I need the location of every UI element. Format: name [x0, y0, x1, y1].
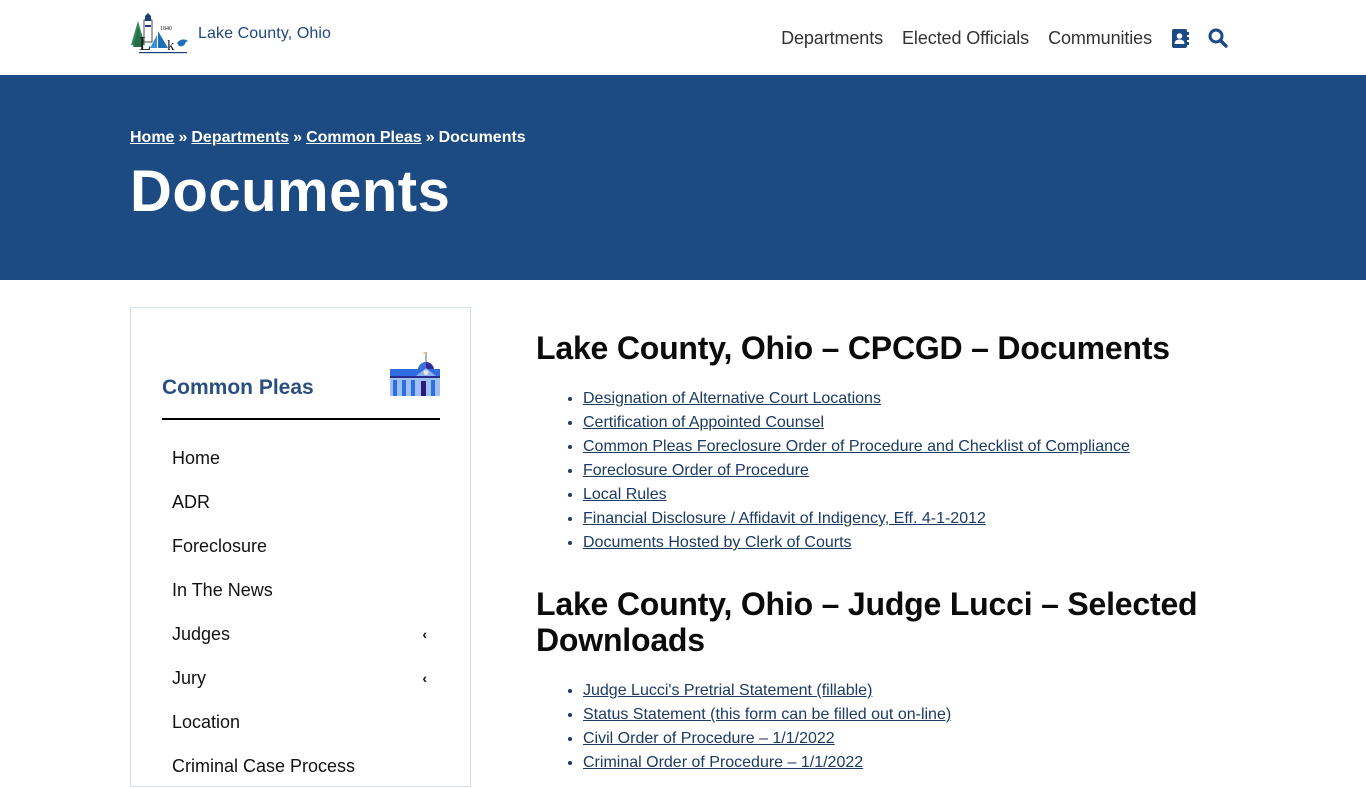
search-icon [1208, 28, 1228, 48]
sidebar: Common Pleas Home ADR Foreclosure In The… [130, 307, 471, 787]
sidebar-item-jury[interactable]: Jury ‹ [172, 656, 430, 700]
chevron-left-icon[interactable]: ‹ [422, 626, 427, 642]
sidebar-title: Common Pleas [162, 376, 314, 399]
sidebar-item-home[interactable]: Home [172, 436, 430, 480]
page-hero: Home» Departments» Common Pleas» Documents … [0, 75, 1366, 280]
breadcrumb-separator: » [178, 129, 188, 146]
document-link[interactable]: Designation of Alternative Court Locatio… [583, 390, 881, 407]
sidebar-header: Common Pleas [162, 348, 440, 420]
breadcrumb-current: Documents [438, 129, 526, 146]
judge-lucci-downloads-list: Judge Lucci's Pretrial Statement (fillab… [583, 679, 1226, 775]
sidebar-item-location[interactable]: Location [172, 700, 430, 744]
list-item: Judge Lucci's Pretrial Statement (fillab… [583, 679, 1226, 703]
list-item: Status Statement (this form can be fille… [583, 703, 1226, 727]
sidebar-item-in-the-news[interactable]: In The News [172, 568, 430, 612]
sidebar-item-adr[interactable]: ADR [172, 480, 430, 524]
nav-communities[interactable]: Communities [1048, 28, 1152, 49]
document-link[interactable]: Common Pleas Foreclosure Order of Proced… [583, 438, 1130, 455]
download-link[interactable]: Status Statement (this form can be fille… [583, 706, 951, 723]
chevron-left-icon[interactable]: ‹ [422, 670, 427, 686]
list-item: Foreclosure Order of Procedure [583, 459, 1226, 483]
list-item: Civil Order of Procedure – 1/1/2022 [583, 727, 1226, 751]
document-link[interactable]: Documents Hosted by Clerk of Courts [583, 534, 852, 551]
sidebar-item-judges[interactable]: Judges ‹ [172, 612, 430, 656]
breadcrumb-departments[interactable]: Departments [191, 129, 289, 146]
download-link[interactable]: Civil Order of Procedure – 1/1/2022 [583, 730, 835, 747]
list-item: Common Pleas Foreclosure Order of Proced… [583, 435, 1226, 459]
section-heading-cpcgd-documents: Lake County, Ohio – CPCGD – Documents [536, 330, 1170, 366]
document-link[interactable]: Certification of Appointed Counsel [583, 414, 824, 431]
main-content: Lake County, Ohio – CPCGD – Documents De… [536, 330, 1226, 775]
download-link[interactable]: Judge Lucci's Pretrial Statement (fillab… [583, 682, 872, 699]
nav-departments[interactable]: Departments [781, 28, 883, 49]
courthouse-icon [390, 352, 440, 396]
list-item: Local Rules [583, 483, 1226, 507]
list-item: Documents Hosted by Clerk of Courts [583, 531, 1226, 555]
breadcrumb-home[interactable]: Home [130, 129, 174, 146]
list-item: Criminal Order of Procedure – 1/1/2022 [583, 751, 1226, 775]
breadcrumb: Home» Departments» Common Pleas» Documents [130, 129, 526, 147]
directory-button[interactable] [1170, 26, 1190, 50]
page-title: Documents [130, 159, 451, 224]
document-link[interactable]: Local Rules [583, 486, 667, 503]
section-heading-judge-lucci-downloads: Lake County, Ohio – Judge Lucci – Select… [536, 586, 1198, 658]
sidebar-nav: Home ADR Foreclosure In The News Judges ‹… [172, 436, 430, 788]
svg-text:L: L [139, 33, 151, 55]
list-item: Certification of Appointed Counsel [583, 411, 1226, 435]
site-name: Lake County, Ohio [198, 25, 332, 42]
search-button[interactable] [1208, 26, 1228, 50]
list-item: Designation of Alternative Court Locatio… [583, 387, 1226, 411]
top-navigation: Departments Elected Officials Communitie… [762, 26, 1228, 50]
breadcrumb-common-pleas[interactable]: Common Pleas [306, 129, 422, 146]
sidebar-item-foreclosure[interactable]: Foreclosure [172, 524, 430, 568]
contact-book-icon [1171, 28, 1189, 48]
download-link[interactable]: Criminal Order of Procedure – 1/1/2022 [583, 754, 863, 771]
sidebar-item-criminal-case-process[interactable]: Criminal Case Process [172, 744, 430, 788]
site-header: 1840 L k Lake County, Ohio Departments E… [0, 0, 1366, 75]
list-item: Financial Disclosure / Affidavit of Indi… [583, 507, 1226, 531]
cpcgd-documents-list: Designation of Alternative Court Locatio… [583, 387, 1226, 555]
breadcrumb-separator: » [293, 129, 303, 146]
lake-county-logo-icon: 1840 L k [131, 13, 188, 55]
svg-text:1840: 1840 [160, 26, 172, 32]
breadcrumb-separator: » [425, 129, 435, 146]
site-logo-link[interactable]: 1840 L k Lake County, Ohio [130, 13, 331, 55]
document-link[interactable]: Foreclosure Order of Procedure [583, 462, 809, 479]
nav-elected-officials[interactable]: Elected Officials [902, 28, 1029, 49]
svg-text:k: k [167, 38, 175, 54]
document-link[interactable]: Financial Disclosure / Affidavit of Indi… [583, 510, 986, 527]
